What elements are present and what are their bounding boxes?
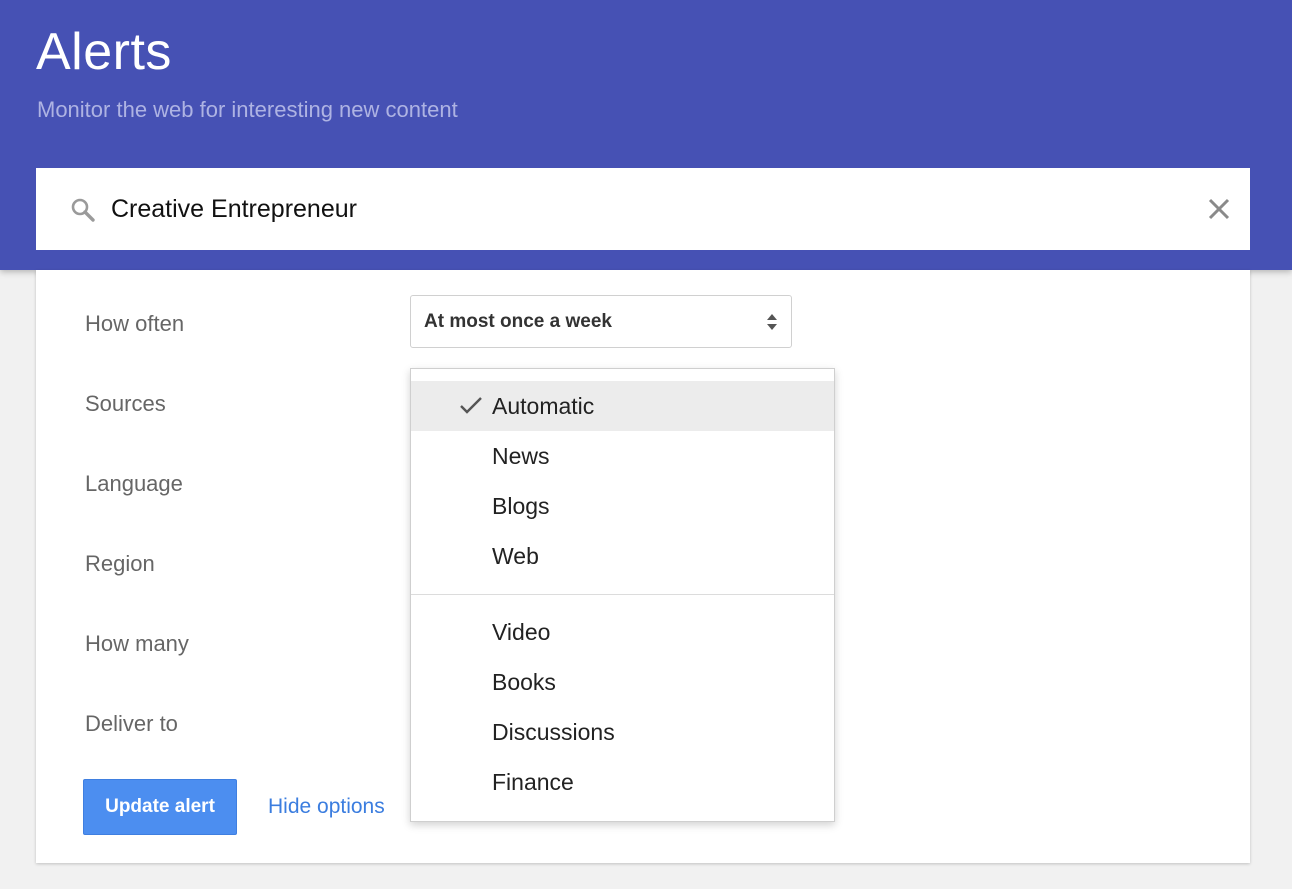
search-icon	[71, 198, 95, 222]
dropdown-option-video[interactable]: Video	[411, 607, 834, 657]
dropdown-option-finance[interactable]: Finance	[411, 757, 834, 807]
how-often-label: How often	[85, 311, 185, 336]
checkmark-icon	[460, 397, 482, 414]
language-label: Language	[85, 471, 183, 496]
dropdown-option-web[interactable]: Web	[411, 531, 834, 581]
search-bar[interactable]: Creative Entrepreneur	[36, 168, 1250, 250]
page-title: Alerts	[36, 23, 172, 81]
dropdown-option-label: Books	[492, 669, 556, 695]
how-many-label: How many	[85, 631, 189, 656]
page-subtitle: Monitor the web for interesting new cont…	[37, 97, 458, 122]
dropdown-option-label: Video	[492, 619, 551, 645]
select-arrows-icon	[767, 314, 777, 330]
search-input[interactable]: Creative Entrepreneur	[111, 195, 357, 224]
sources-dropdown-menu: Automatic News Blogs Web Video Books Dis…	[410, 368, 835, 822]
dropdown-option-label: News	[492, 443, 550, 469]
update-alert-button[interactable]: Update alert	[83, 779, 237, 835]
dropdown-option-label: Discussions	[492, 719, 615, 745]
dropdown-option-label: Automatic	[492, 393, 595, 419]
dropdown-option-news[interactable]: News	[411, 431, 834, 481]
dropdown-option-blogs[interactable]: Blogs	[411, 481, 834, 531]
dropdown-divider	[411, 594, 834, 595]
hide-options-link[interactable]: Hide options	[268, 795, 385, 819]
dropdown-option-label: Finance	[492, 769, 574, 795]
how-often-value: At most once a week	[424, 311, 612, 332]
close-icon[interactable]	[1204, 194, 1234, 224]
dropdown-option-label: Web	[492, 543, 539, 569]
header: Alerts Monitor the web for interesting n…	[0, 0, 1292, 270]
dropdown-option-automatic[interactable]: Automatic	[411, 381, 834, 431]
deliver-to-label: Deliver to	[85, 711, 178, 736]
dropdown-option-discussions[interactable]: Discussions	[411, 707, 834, 757]
dropdown-option-label: Blogs	[492, 493, 550, 519]
region-label: Region	[85, 551, 155, 576]
dropdown-option-books[interactable]: Books	[411, 657, 834, 707]
how-often-select[interactable]: At most once a week	[410, 295, 792, 348]
sources-label: Sources	[85, 391, 166, 416]
